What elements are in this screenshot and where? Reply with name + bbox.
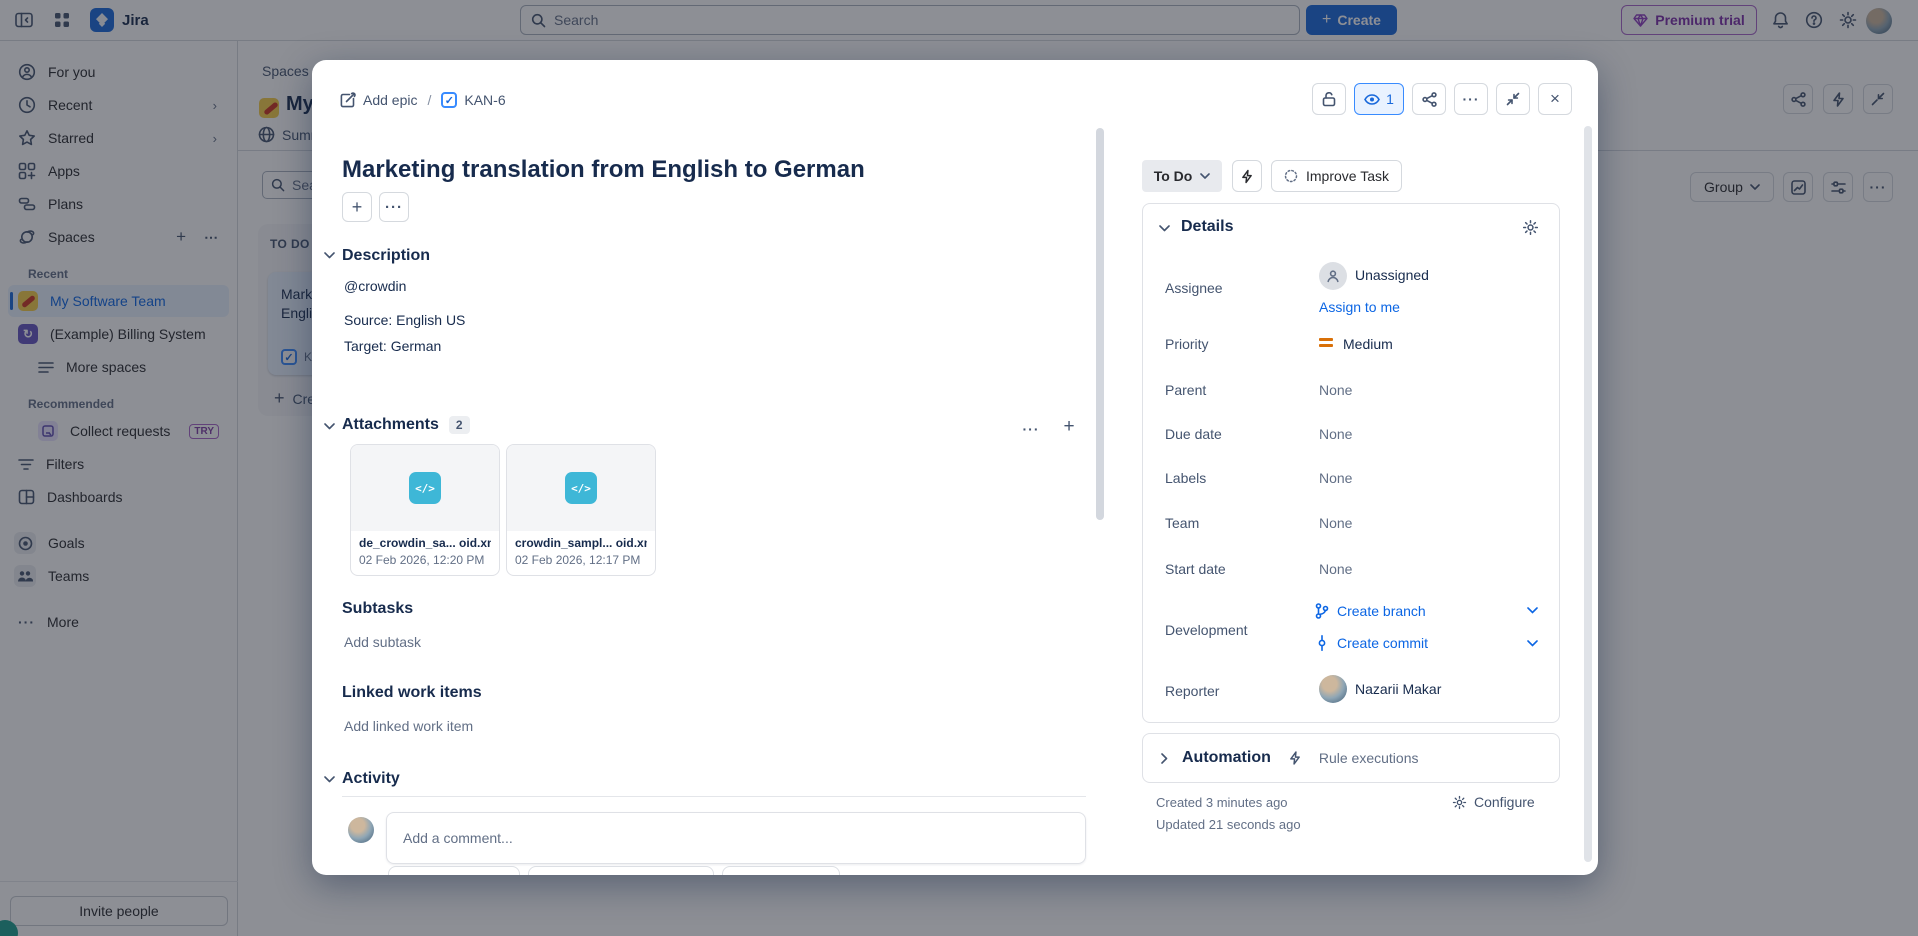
linked-work-items-heading: Linked work items — [342, 684, 482, 702]
issue-title[interactable]: Marketing translation from English to Ge… — [342, 156, 1102, 184]
due-date-label: Due date — [1165, 426, 1305, 442]
priority-value[interactable]: Medium — [1343, 336, 1393, 352]
automation-heading: Automation — [1182, 749, 1271, 767]
assignee-value[interactable]: Unassigned — [1355, 267, 1429, 283]
reporter-value[interactable]: Nazarii Makar — [1355, 681, 1441, 697]
create-branch-link[interactable]: Create branch — [1315, 603, 1426, 619]
add-attachment-icon[interactable]: + — [1056, 414, 1082, 440]
breadcrumb-separator: / — [427, 92, 431, 108]
description-target: Target: German — [344, 338, 441, 354]
configure-button[interactable]: Configure — [1452, 794, 1535, 810]
start-date-label: Start date — [1165, 561, 1305, 577]
details-heading: Details — [1181, 218, 1233, 236]
task-type-icon: ✓ — [441, 92, 457, 108]
subtasks-heading: Subtasks — [342, 600, 413, 618]
close-modal-icon[interactable]: × — [1538, 83, 1572, 115]
issue-key-link[interactable]: ✓ KAN-6 — [441, 92, 505, 108]
attachment-card[interactable]: </> crowdin_sampl... oid.xml 02 Feb 2026… — [506, 444, 656, 576]
gear-icon — [1452, 795, 1467, 810]
comment-input[interactable]: Add a comment... — [386, 812, 1086, 864]
xml-file-icon: </> — [409, 472, 441, 504]
jira-app: Jira Search + Create Premium trial For y… — [0, 0, 1918, 936]
issue-modal: Add epic / ✓ KAN-6 1 ··· × Mar — [312, 60, 1598, 875]
collapse-attachments-icon[interactable] — [324, 423, 335, 430]
collapse-modal-icon[interactable] — [1496, 83, 1530, 115]
team-label: Team — [1165, 515, 1305, 531]
collapse-details-icon[interactable] — [1159, 225, 1170, 232]
quick-reply-suggest[interactable]: Suggest a reply — [388, 866, 520, 875]
assign-to-me-link[interactable]: Assign to me — [1319, 299, 1400, 315]
attachment-thumbnail: </> — [507, 445, 655, 531]
right-column-scrollbar[interactable] — [1584, 126, 1592, 862]
current-user-avatar — [348, 817, 374, 843]
priority-label: Priority — [1165, 336, 1305, 352]
create-commit-link[interactable]: Create commit — [1317, 635, 1428, 651]
watchers-count: 1 — [1386, 91, 1394, 107]
edit-icon — [340, 92, 356, 108]
more-actions-icon[interactable]: ··· — [1454, 83, 1488, 115]
description-heading: Description — [342, 247, 430, 265]
attachment-thumbnail: </> — [351, 445, 499, 531]
activity-heading: Activity — [342, 770, 400, 788]
add-subtask-button[interactable]: Add subtask — [344, 634, 421, 650]
team-value[interactable]: None — [1319, 515, 1352, 531]
parent-value[interactable]: None — [1319, 382, 1352, 398]
automation-bolt-icon — [1289, 751, 1301, 765]
comment-placeholder: Add a comment... — [403, 830, 513, 846]
start-date-value[interactable]: None — [1319, 561, 1352, 577]
add-content-button[interactable]: + — [342, 192, 372, 222]
quick-reply-who-is-working[interactable]: Who is working on this...? — [528, 866, 714, 875]
left-column-scrollbar[interactable] — [1096, 128, 1104, 520]
quick-reply-status-update[interactable]: Status update — [722, 866, 840, 875]
collapse-activity-icon[interactable] — [324, 776, 335, 783]
collapse-description-icon[interactable] — [324, 252, 335, 259]
reporter-avatar — [1319, 675, 1347, 703]
commit-options-chevron[interactable] — [1527, 640, 1538, 647]
add-linked-work-item-button[interactable]: Add linked work item — [344, 718, 473, 734]
lock-button[interactable] — [1312, 83, 1346, 115]
updated-timestamp: Updated 21 seconds ago — [1156, 817, 1301, 832]
development-label: Development — [1165, 622, 1305, 638]
xml-file-icon: </> — [565, 472, 597, 504]
automation-bolt-button[interactable] — [1232, 160, 1262, 192]
attachments-more-icon[interactable]: ··· — [1018, 416, 1044, 442]
watchers-button[interactable]: 1 — [1354, 83, 1404, 115]
attachment-name: de_crowdin_sa... oid.xml — [359, 536, 491, 550]
labels-value[interactable]: None — [1319, 470, 1352, 486]
due-date-value[interactable]: None — [1319, 426, 1352, 442]
branch-options-chevron[interactable] — [1527, 607, 1538, 614]
attachment-date: 02 Feb 2026, 12:20 PM — [359, 553, 491, 567]
assignee-label: Assignee — [1165, 280, 1305, 296]
description-mention: @crowdin — [344, 278, 406, 294]
attachment-date: 02 Feb 2026, 12:17 PM — [515, 553, 647, 567]
parent-label: Parent — [1165, 382, 1305, 398]
divider — [342, 796, 1086, 797]
priority-medium-icon — [1319, 335, 1333, 350]
share-icon[interactable] — [1412, 83, 1446, 115]
attachment-card[interactable]: </> de_crowdin_sa... oid.xml 02 Feb 2026… — [350, 444, 500, 576]
sparkle-icon — [1284, 169, 1298, 183]
attachments-heading: Attachments — [342, 416, 439, 434]
attachments-count-badge: 2 — [449, 416, 470, 434]
unassigned-avatar — [1319, 262, 1347, 290]
add-epic-button[interactable]: Add epic — [340, 92, 417, 108]
created-timestamp: Created 3 minutes ago — [1156, 795, 1288, 810]
eye-icon — [1364, 94, 1380, 105]
title-more-icon[interactable]: ··· — [379, 192, 409, 222]
description-source: Source: English US — [344, 312, 465, 328]
details-panel: Details Assignee Unassigned Assign to me… — [1142, 203, 1560, 723]
rule-executions-label[interactable]: Rule executions — [1319, 750, 1419, 766]
labels-label: Labels — [1165, 470, 1305, 486]
status-dropdown[interactable]: To Do — [1142, 160, 1222, 192]
details-settings-icon[interactable] — [1522, 219, 1539, 236]
reporter-label: Reporter — [1165, 683, 1305, 699]
improve-task-button[interactable]: Improve Task — [1271, 160, 1402, 192]
automation-panel[interactable]: Automation Rule executions — [1142, 733, 1560, 783]
expand-automation-icon[interactable] — [1161, 753, 1168, 764]
attachment-name: crowdin_sampl... oid.xml — [515, 536, 647, 550]
